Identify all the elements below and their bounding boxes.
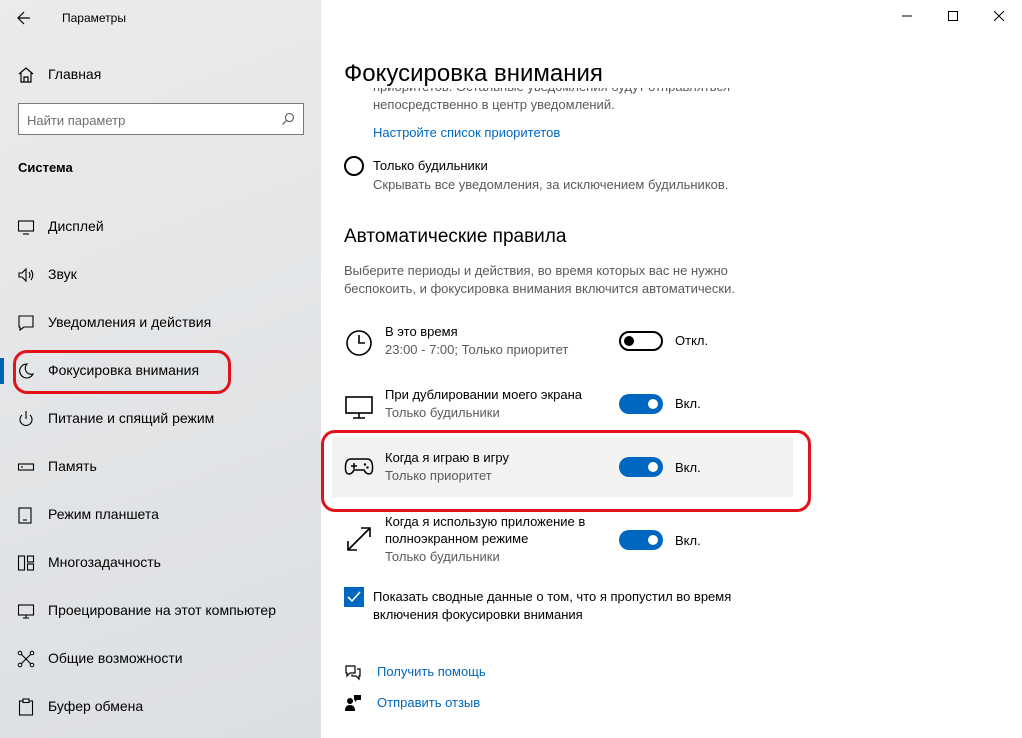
rule-toggle-state: Вкл. xyxy=(675,460,701,475)
rule-title: Когда я играю в игру xyxy=(385,450,509,465)
alarms-only-label: Только будильники xyxy=(373,158,488,173)
sidebar-item-storage[interactable]: Память xyxy=(0,442,321,490)
clipboard-icon xyxy=(18,698,34,716)
priority-description: приоритетов. Остальные уведомления будут… xyxy=(373,88,793,114)
rule-toggle-on[interactable] xyxy=(619,530,663,550)
minimize-button[interactable] xyxy=(884,0,930,32)
rule-toggle-state: Вкл. xyxy=(675,533,701,548)
rule-toggle-on[interactable] xyxy=(619,394,663,414)
alarms-only-description: Скрывать все уведомления, за исключением… xyxy=(373,177,729,192)
sidebar-item-label: Буфер обмена xyxy=(48,698,144,714)
send-feedback-link[interactable]: Отправить отзыв xyxy=(377,695,480,710)
priority-description-line1: приоритетов. Остальные уведомления будут… xyxy=(373,88,730,96)
page-title: Фокусировка внимания xyxy=(344,60,603,87)
sidebar-item-display[interactable]: Дисплей xyxy=(0,202,321,250)
sidebar-item-label: Память xyxy=(48,458,97,474)
sidebar-item-sound[interactable]: Звук xyxy=(0,250,321,298)
display-icon xyxy=(17,220,35,235)
app-title: Параметры xyxy=(62,11,126,25)
sidebar-item-label: Питание и спящий режим xyxy=(48,410,215,426)
sidebar-item-label: Фокусировка внимания xyxy=(48,362,200,378)
fullscreen-icon xyxy=(347,527,371,551)
sidebar-item-label: Многозадачность xyxy=(48,554,161,570)
sidebar: Параметры Главная Система Дисплей З xyxy=(0,0,321,738)
sidebar-item-home[interactable]: Главная xyxy=(0,56,321,92)
search-box[interactable] xyxy=(18,103,304,135)
close-button[interactable] xyxy=(976,0,1022,32)
rule-title-line2: полноэкранном режиме xyxy=(385,531,529,546)
sidebar-item-notifications[interactable]: Уведомления и действия xyxy=(0,298,321,346)
rule-subtitle: Только будильники xyxy=(385,405,500,420)
rule-toggle-off[interactable] xyxy=(619,331,663,351)
monitor-icon xyxy=(345,396,373,419)
tablet-icon xyxy=(18,507,32,524)
home-icon xyxy=(18,67,34,83)
checkmark-icon xyxy=(347,591,361,603)
shared-icon xyxy=(17,650,35,668)
auto-rules-description: Выберите периоды и действия, во время ко… xyxy=(344,263,735,296)
help-chat-icon xyxy=(345,665,361,681)
rule-subtitle: 23:00 - 7:00; Только приоритет xyxy=(385,342,569,357)
rule-playing-game[interactable]: Когда я играю в игру Только приоритет Вк… xyxy=(332,437,793,497)
sidebar-item-label: Общие возможности xyxy=(48,650,183,666)
rule-title: При дублировании моего экрана xyxy=(385,387,583,402)
sidebar-item-tablet[interactable]: Режим планшета xyxy=(0,490,321,538)
rule-toggle-on[interactable] xyxy=(619,457,663,477)
close-icon xyxy=(994,11,1004,21)
search-input[interactable] xyxy=(25,108,269,132)
rule-toggle-state: Вкл. xyxy=(675,396,701,411)
sidebar-item-clipboard[interactable]: Буфер обмена xyxy=(0,682,321,730)
sidebar-item-projection[interactable]: Проецирование на этот компьютер xyxy=(0,586,321,634)
summary-checkbox[interactable] xyxy=(344,587,364,607)
rule-toggle-state: Откл. xyxy=(675,333,709,348)
speaker-icon xyxy=(18,267,34,283)
projection-icon xyxy=(17,604,35,619)
gamepad-icon xyxy=(344,458,374,475)
alarms-only-radio[interactable] xyxy=(344,156,364,176)
clock-icon xyxy=(346,330,372,356)
sidebar-item-label: Звук xyxy=(48,266,77,282)
sidebar-nav: Дисплей Звук Уведомления и действия Фоку… xyxy=(0,202,321,730)
feedback-person-icon xyxy=(345,695,361,711)
back-button[interactable] xyxy=(8,4,40,32)
storage-icon xyxy=(17,463,35,471)
summary-checkbox-label: Показать сводные данные о том, что я про… xyxy=(373,589,732,622)
rule-title-line1: Когда я использую приложение в xyxy=(385,514,586,529)
sidebar-item-label: Уведомления и действия xyxy=(48,314,212,330)
sidebar-item-label: Проецирование на этот компьютер xyxy=(48,602,276,618)
moon-icon xyxy=(19,363,35,379)
back-arrow-icon xyxy=(17,11,30,25)
rule-fullscreen-app[interactable]: Когда я использую приложение в полноэкра… xyxy=(332,511,793,571)
app-header: Параметры xyxy=(0,0,321,36)
sidebar-item-focus-assist[interactable]: Фокусировка внимания xyxy=(0,346,321,394)
sidebar-item-label: Дисплей xyxy=(48,218,104,234)
customize-priority-link[interactable]: Настройте список приоритетов xyxy=(373,125,560,140)
active-indicator xyxy=(0,358,4,384)
sidebar-item-label: Режим планшета xyxy=(48,506,159,522)
window-controls xyxy=(884,0,1022,32)
power-icon xyxy=(19,411,33,426)
auto-rules-heading: Автоматические правила xyxy=(344,226,567,247)
maximize-button[interactable] xyxy=(930,0,976,32)
priority-description-line2: непосредственно в центр уведомлений. xyxy=(373,97,615,112)
search-icon[interactable] xyxy=(281,112,295,126)
rule-subtitle: Только приоритет xyxy=(385,468,492,483)
sidebar-item-multitasking[interactable]: Многозадачность xyxy=(0,538,321,586)
main-content: Фокусировка внимания приоритетов. Осталь… xyxy=(321,0,1022,738)
minimize-icon xyxy=(902,15,912,17)
rule-during-these-times[interactable]: В это время 23:00 - 7:00; Только приорит… xyxy=(332,320,793,380)
sidebar-section-title: Система xyxy=(18,160,73,175)
maximize-icon xyxy=(948,11,958,21)
multitask-icon xyxy=(17,555,35,571)
home-label: Главная xyxy=(48,66,102,82)
rule-subtitle: Только будильники xyxy=(385,549,500,564)
get-help-link[interactable]: Получить помощь xyxy=(377,664,486,679)
sidebar-item-power[interactable]: Питание и спящий режим xyxy=(0,394,321,442)
rule-duplicating-display[interactable]: При дублировании моего экрана Только буд… xyxy=(332,383,793,443)
rule-title: В это время xyxy=(385,324,458,339)
sidebar-item-shared[interactable]: Общие возможности xyxy=(0,634,321,682)
notification-icon xyxy=(18,315,34,332)
